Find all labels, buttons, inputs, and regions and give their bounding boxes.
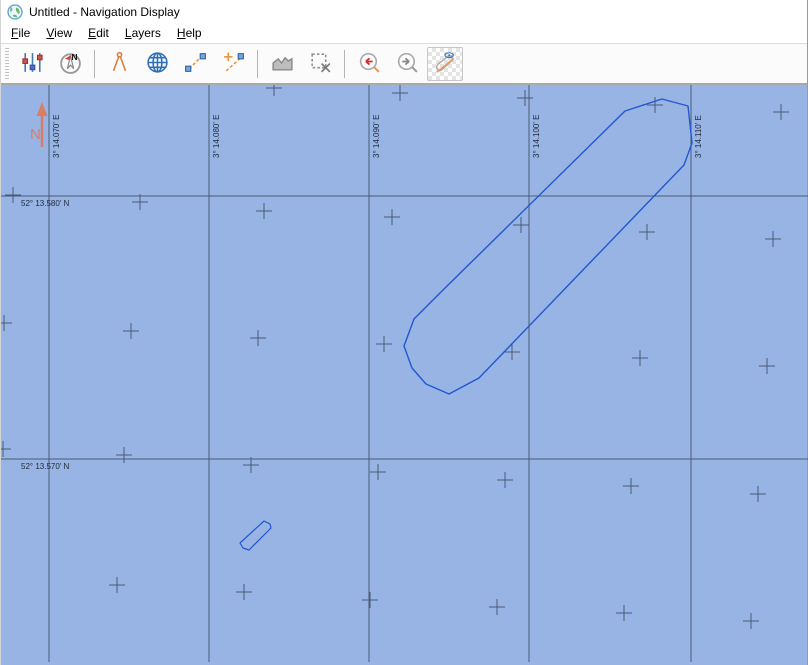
meridian-label: 3° 14.070' E — [52, 115, 61, 158]
parallel-label: 52° 13.580' N — [21, 199, 70, 208]
plus-marker — [392, 85, 408, 101]
toolbar: N — [1, 44, 807, 85]
globe-earth-icon — [7, 3, 23, 20]
parallel-label: 52° 13.570' N — [21, 462, 70, 471]
sliders-icon — [20, 50, 45, 78]
toolbar-button-dividers-tool[interactable] — [101, 47, 137, 81]
menu-bar: File View Edit Layers Help — [1, 23, 807, 44]
compass-icon: N — [58, 50, 83, 78]
plus-marker — [639, 224, 655, 240]
plus-marker — [109, 577, 125, 593]
navigation-chart[interactable]: 3° 14.070' E 3° 14.080' E 3° 14.090' E 3° 1… — [1, 85, 808, 662]
plus-marker — [1, 441, 11, 457]
plus-marker — [370, 464, 386, 480]
plus-marker — [759, 358, 775, 374]
svg-text:N: N — [71, 51, 77, 61]
toolbar-button-measure-line[interactable] — [177, 47, 213, 81]
toolbar-separator — [344, 49, 345, 78]
zoom-next-icon — [395, 50, 420, 78]
app-window: Untitled - Navigation Display File View Ed… — [0, 0, 808, 665]
menu-item-view[interactable]: View — [38, 24, 80, 42]
meridian-label: 3° 14.090' E — [372, 115, 381, 158]
plus-marker — [489, 599, 505, 615]
plus-marker — [384, 209, 400, 225]
zoom-previous-icon — [357, 50, 382, 78]
north-arrow-label: N — [30, 126, 41, 143]
plus-marker — [765, 231, 781, 247]
plus-marker — [616, 605, 632, 621]
menu-item-file[interactable]: File — [3, 24, 38, 42]
plus-marker — [116, 447, 132, 463]
toolbar-button-view-previous[interactable] — [351, 47, 387, 81]
plus-marker — [376, 336, 392, 352]
plus-marker — [362, 592, 378, 608]
toolbar-button-north-orientation[interactable]: N — [52, 47, 88, 81]
toolbar-button-add-waypoint[interactable] — [215, 47, 251, 81]
plus-marker — [623, 478, 639, 494]
dividers-icon — [107, 50, 132, 78]
window-title: Untitled - Navigation Display — [29, 4, 180, 19]
ship-view-icon — [433, 50, 458, 78]
menu-item-help[interactable]: Help — [169, 24, 210, 42]
plus-marker — [256, 203, 272, 219]
toolbar-separator — [94, 49, 95, 78]
toolbar-button-clear-selection[interactable] — [302, 47, 338, 81]
meridian-label: 3° 14.080' E — [212, 115, 221, 158]
plus-marker — [773, 104, 789, 120]
plus-marker — [504, 344, 520, 360]
menu-item-layers[interactable]: Layers — [117, 24, 169, 42]
chart-canvas[interactable]: 3° 14.070' E 3° 14.080' E 3° 14.090' E 3° 1… — [1, 85, 808, 665]
globe-icon — [145, 50, 170, 78]
plus-marker — [1, 315, 12, 331]
meridian-label: 3° 14.110' E — [694, 115, 703, 158]
plus-marker — [5, 187, 21, 203]
plus-marker — [250, 330, 266, 346]
toolbar-button-view-next[interactable] — [389, 47, 425, 81]
plus-marker — [517, 90, 533, 106]
toolbar-button-projection-globe[interactable] — [139, 47, 175, 81]
toolbar-separator — [257, 49, 258, 78]
plus-marker — [743, 613, 759, 629]
toolbar-button-show-own-ship[interactable] — [427, 46, 463, 81]
plus-marker — [497, 472, 513, 488]
ship-outline[interactable] — [239, 520, 272, 551]
toolbar-button-area-profile[interactable] — [264, 47, 300, 81]
menu-item-edit[interactable]: Edit — [80, 24, 117, 42]
route-polygon[interactable] — [403, 98, 693, 395]
north-arrow-head — [36, 102, 48, 116]
toolbar-button-display-settings[interactable] — [14, 47, 50, 81]
plus-marker — [750, 486, 766, 502]
add-waypoint-icon — [221, 50, 246, 78]
toolbar-grip-handle[interactable] — [4, 47, 10, 80]
plus-marker — [236, 584, 252, 600]
measure-line-icon — [183, 50, 208, 78]
deselect-icon — [308, 50, 333, 78]
plus-marker — [123, 323, 139, 339]
meridian-label: 3° 14.100' E — [532, 115, 541, 158]
title-bar[interactable]: Untitled - Navigation Display — [1, 0, 807, 23]
area-chart-icon — [270, 50, 295, 78]
plus-marker — [632, 350, 648, 366]
plus-marker — [266, 85, 282, 96]
